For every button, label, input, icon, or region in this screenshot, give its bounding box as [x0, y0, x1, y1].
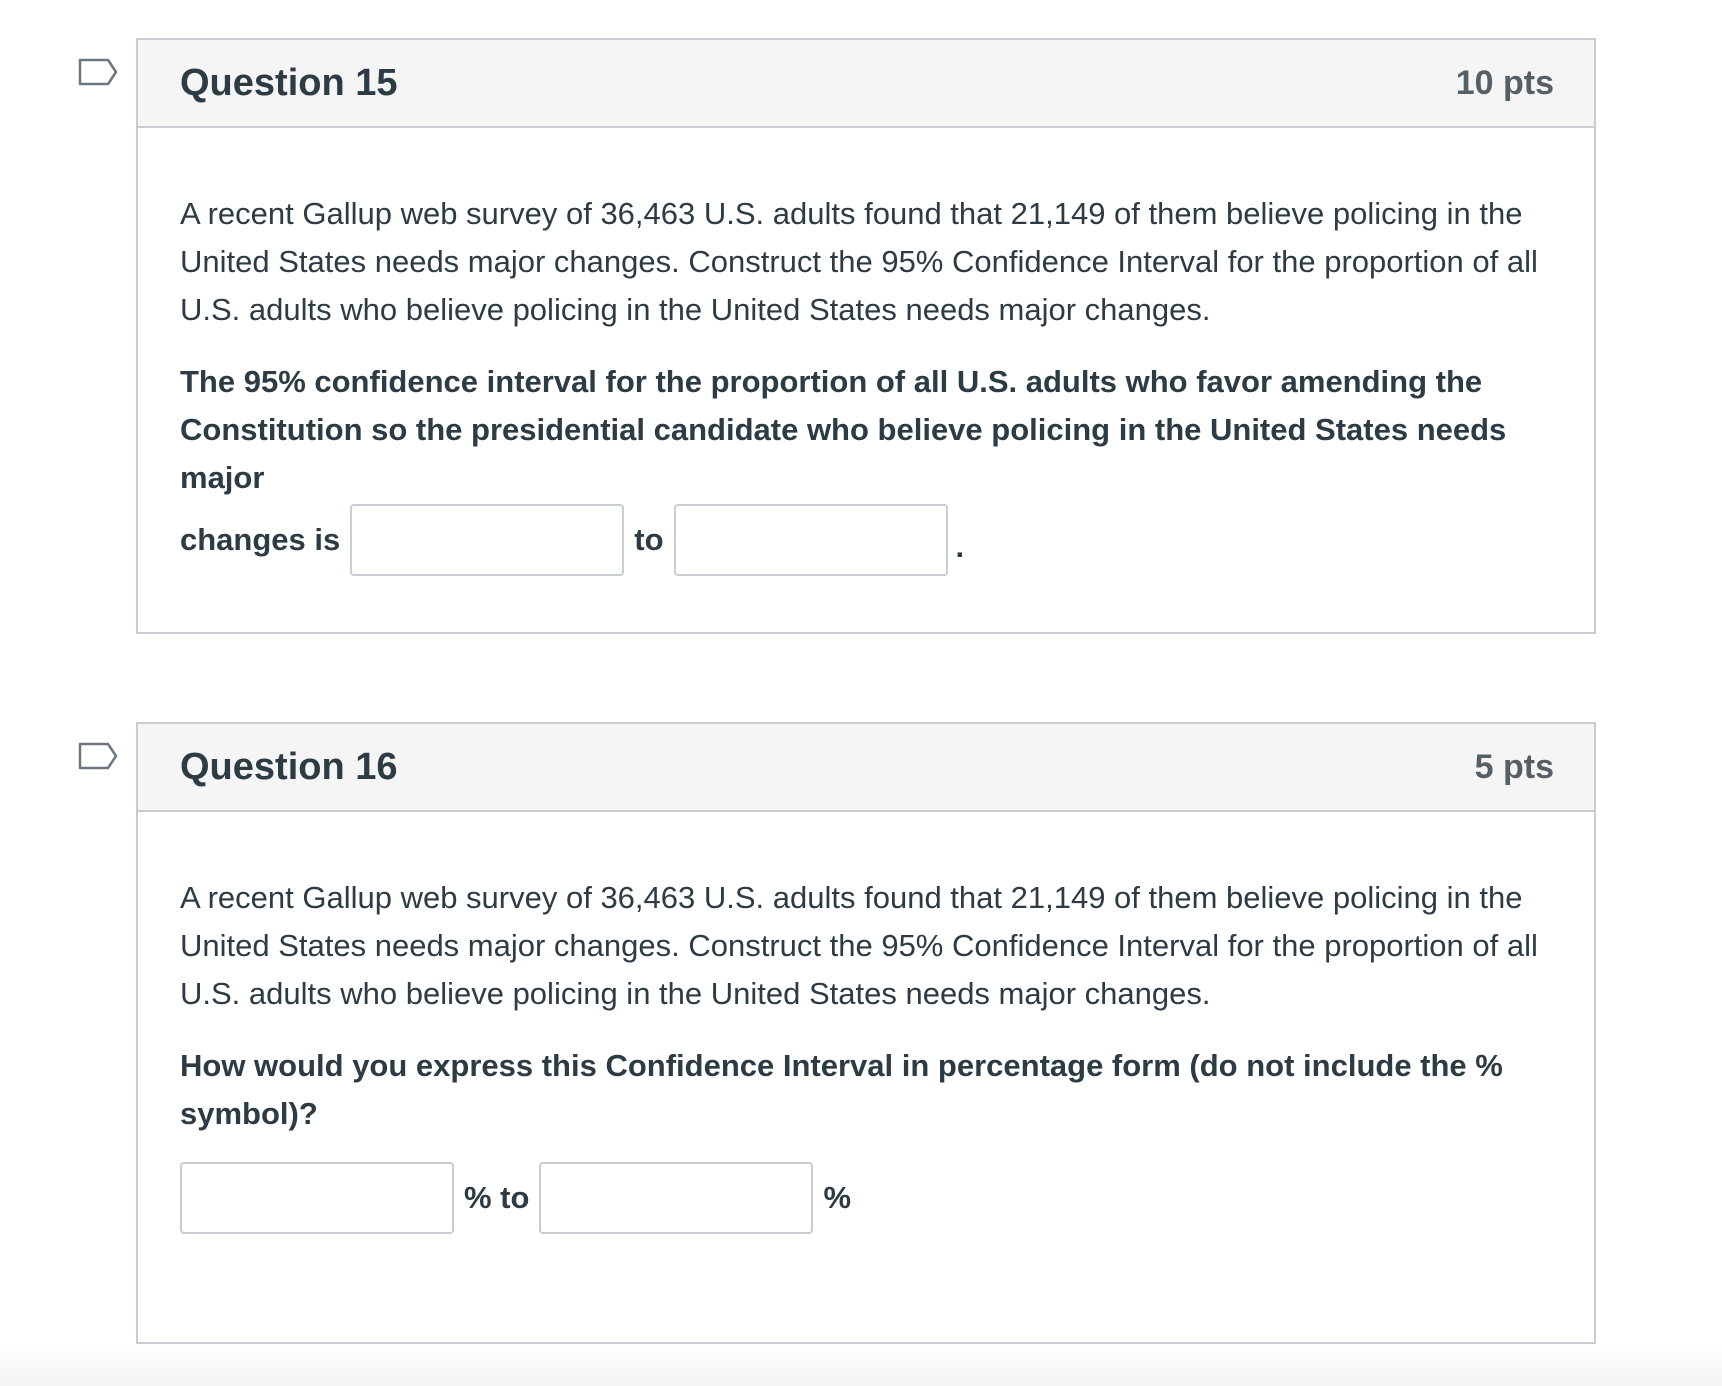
question-16-lower-bound-input[interactable] [180, 1162, 454, 1234]
question-15-prompt: The 95% confidence interval for the prop… [180, 364, 1507, 495]
quiz-page: Question 15 10 pts A recent Gallup web s… [0, 0, 1722, 1386]
question-16-upper-bound-input[interactable] [539, 1162, 814, 1234]
question-15-trailing: . [955, 529, 965, 564]
question-16-trailing: % [823, 1180, 852, 1215]
question-15-title: Question 15 [180, 61, 398, 104]
question-16-answer-row: % to % [180, 1162, 1554, 1234]
question-16-prompt: How would you express this Confidence In… [180, 1048, 1503, 1131]
question-16-header: Question 16 5 pts [138, 724, 1594, 812]
question-16-card: Question 16 5 pts A recent Gallup web su… [136, 722, 1596, 1344]
question-15-inline-lead: changes is [180, 522, 341, 557]
question-16-title: Question 16 [180, 745, 398, 788]
question-15-text: A recent Gallup web survey of 36,463 U.S… [180, 196, 1538, 327]
question-15-points: 10 pts [1455, 63, 1554, 102]
question-16-points: 5 pts [1474, 747, 1554, 786]
question-15-card: Question 15 10 pts A recent Gallup web s… [136, 38, 1596, 634]
question-16-text: A recent Gallup web survey of 36,463 U.S… [180, 880, 1538, 1011]
question-15-body: A recent Gallup web survey of 36,463 U.S… [138, 128, 1594, 576]
question-15-lower-bound-input[interactable] [350, 504, 625, 576]
question-15-upper-bound-input[interactable] [673, 504, 948, 576]
bottom-fade [0, 1346, 1722, 1386]
question-15-separator: to [634, 522, 664, 557]
question-16-body: A recent Gallup web survey of 36,463 U.S… [138, 812, 1594, 1234]
flag-question-15-icon[interactable] [78, 58, 118, 86]
question-15-answer-row: changes is to . [180, 504, 1554, 576]
flag-question-16-icon[interactable] [78, 742, 118, 770]
question-16-separator: % to [464, 1180, 530, 1215]
question-15-header: Question 15 10 pts [138, 40, 1594, 128]
